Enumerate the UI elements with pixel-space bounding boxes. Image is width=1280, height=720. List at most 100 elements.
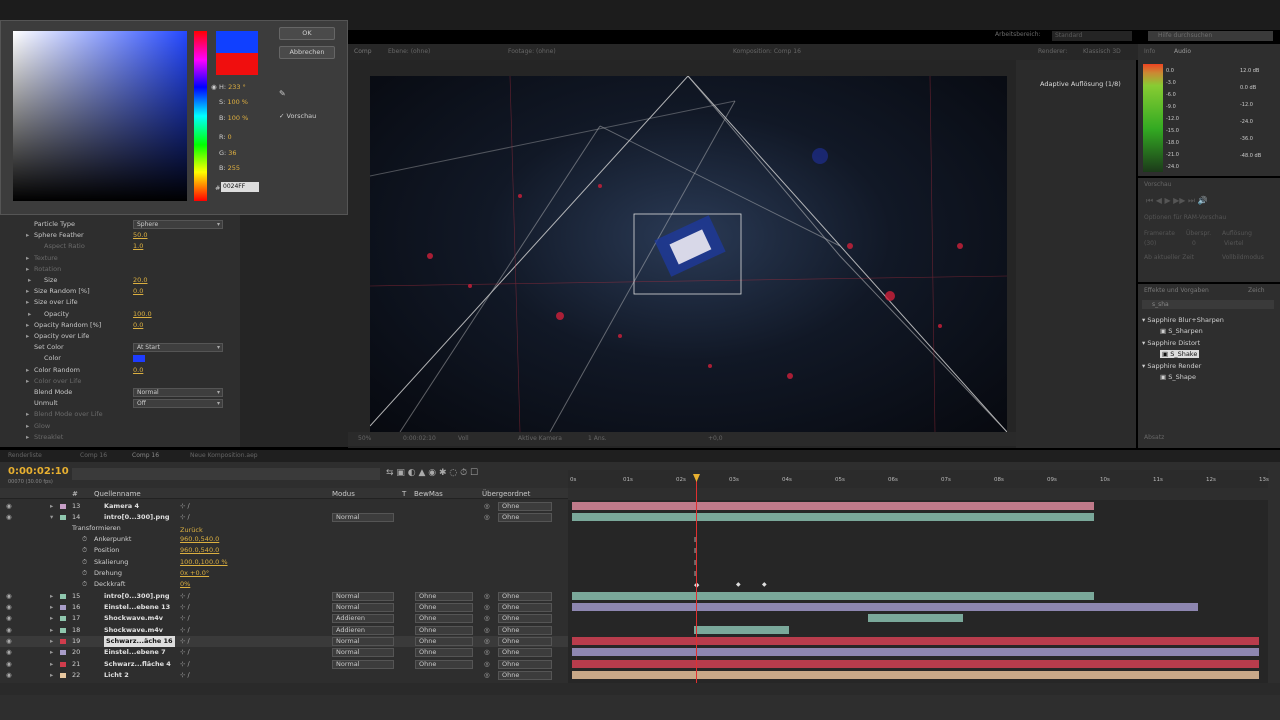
hue-slider[interactable]: [194, 31, 207, 201]
transform-reset-link[interactable]: Zurück: [180, 526, 203, 534]
eyedropper-icon[interactable]: ✎: [279, 89, 286, 98]
effect-row[interactable]: ▸ Size over Life: [0, 297, 240, 308]
layer-row[interactable]: ◉ ▸ 13 Kamera 4 ⊹ ∕ ◎ Ohne: [0, 501, 568, 512]
transform-property[interactable]: ⏱ Deckkraft 0%: [0, 579, 568, 590]
col-mode[interactable]: Modus: [332, 490, 355, 498]
layer-switch-icon[interactable]: ⊹ ∕: [180, 613, 190, 624]
tab-effects-presets[interactable]: Effekte und Vorgaben: [1144, 287, 1209, 294]
preview-checkbox[interactable]: ✓ Vorschau: [279, 112, 316, 120]
tab-composition[interactable]: Komposition: Comp 16: [733, 48, 801, 55]
layer-search-input[interactable]: [72, 468, 380, 480]
layer-name[interactable]: Schwarz...äche 16: [104, 636, 175, 647]
tab-render-queue[interactable]: Renderliste: [8, 452, 42, 459]
expand-triangle-icon[interactable]: ▸: [26, 365, 29, 376]
layer-name[interactable]: intro[0...300].png: [104, 591, 169, 602]
layer-duration-bar[interactable]: [572, 671, 1260, 679]
saturation-brightness-field[interactable]: [13, 31, 187, 201]
keyframe-icon[interactable]: ◆: [762, 581, 767, 588]
layer-row[interactable]: ◉ ▸ 18 Shockwave.m4v ⊹ ∕ Addieren Ohne ◎ Ohne: [0, 625, 568, 636]
layer-duration-bar[interactable]: [572, 513, 1094, 521]
col-trkmat[interactable]: BewMas: [414, 490, 443, 498]
label-color-icon[interactable]: [60, 616, 66, 621]
exposure-value[interactable]: +0,0: [708, 435, 723, 442]
track-matte-select[interactable]: Ohne: [415, 603, 473, 612]
ok-button[interactable]: OK: [279, 27, 335, 40]
expand-triangle-icon[interactable]: ▸: [26, 376, 29, 387]
effect-row[interactable]: ▸ Opacity over Life: [0, 331, 240, 342]
track-matte-select[interactable]: Ohne: [415, 592, 473, 601]
effect-row[interactable]: Unmult Off: [0, 398, 240, 409]
label-color-icon[interactable]: [60, 639, 66, 644]
expand-triangle-icon[interactable]: ▸: [50, 625, 53, 636]
layer-name[interactable]: Einstel...ebene 13: [104, 602, 170, 613]
expand-triangle-icon[interactable]: ▸: [26, 432, 29, 443]
layer-row[interactable]: ◉ ▸ 20 Einstel...ebene 7 ⊹ ∕ Normal Ohne ◎ Ohne: [0, 647, 568, 658]
expand-triangle-icon[interactable]: ▸: [26, 320, 29, 331]
expand-triangle-icon[interactable]: ▸: [26, 331, 29, 342]
parent-pickwhip-icon[interactable]: ◎: [484, 613, 490, 624]
effect-group[interactable]: ▾ Sapphire Blur+Sharpen: [1142, 316, 1224, 324]
layer-row[interactable]: ◉ ▸ 22 Licht 2 ⊹ ∕ ◎ Ohne: [0, 670, 568, 681]
transform-group[interactable]: Transformieren: [0, 523, 568, 534]
blend-mode-select[interactable]: Normal: [332, 592, 394, 601]
layer-duration-bar[interactable]: [867, 614, 964, 622]
layer-switch-icon[interactable]: ⊹ ∕: [180, 659, 190, 670]
blend-mode-select[interactable]: Addieren: [332, 614, 394, 623]
parent-pickwhip-icon[interactable]: ◎: [484, 636, 490, 647]
old-color-swatch[interactable]: [216, 53, 258, 75]
expand-triangle-icon[interactable]: ▸: [50, 501, 53, 512]
blend-mode-select[interactable]: Normal: [332, 648, 394, 657]
effect-row[interactable]: Set Color At Start: [0, 342, 240, 353]
layer-name[interactable]: intro[0...300].png: [104, 512, 169, 523]
eye-icon[interactable]: ◉: [6, 613, 12, 624]
expand-triangle-icon[interactable]: ▸: [26, 421, 29, 432]
tab-character[interactable]: Zeich: [1248, 287, 1265, 294]
eye-icon[interactable]: ◉: [6, 659, 12, 670]
eye-icon[interactable]: ◉: [6, 512, 12, 523]
transform-property[interactable]: ⏱ Ankerpunkt 960.0,540.0: [0, 534, 568, 545]
expand-triangle-icon[interactable]: ▸: [28, 309, 31, 320]
color-field-4[interactable]: G: 36: [219, 149, 237, 157]
layer-name[interactable]: Schwarz...fläche 4: [104, 659, 171, 670]
col-t[interactable]: T: [402, 490, 406, 498]
label-color-icon[interactable]: [60, 628, 66, 633]
label-color-icon[interactable]: [60, 594, 66, 599]
property-value[interactable]: 0x +0.0°: [180, 568, 209, 579]
cancel-button[interactable]: Abbrechen: [279, 46, 335, 59]
layer-switch-icon[interactable]: ⊹ ∕: [180, 602, 190, 613]
expand-triangle-icon[interactable]: ▸: [50, 647, 53, 658]
blend-mode-select[interactable]: Normal: [332, 637, 394, 646]
property-value[interactable]: 100.0,100.0 %: [180, 557, 228, 568]
layer-switch-icon[interactable]: ⊹ ∕: [180, 512, 190, 523]
tab-paragraph[interactable]: Absatz: [1144, 434, 1164, 441]
label-color-icon[interactable]: [60, 605, 66, 610]
effect-group[interactable]: ▾ Sapphire Distort: [1142, 339, 1200, 347]
parent-select[interactable]: Ohne: [498, 603, 552, 612]
parent-select[interactable]: Ohne: [498, 626, 552, 635]
renderer-value[interactable]: Klassisch 3D: [1083, 48, 1121, 55]
timeline-switches-icon[interactable]: ⇆ ▣ ◐ ▲ ◉ ✱ ◌ ⏱ ☐: [386, 468, 478, 478]
layer-duration-bar[interactable]: [572, 502, 1094, 510]
eye-icon[interactable]: ◉: [6, 636, 12, 647]
effect-row[interactable]: ▸ Color over Life: [0, 376, 240, 387]
color-field-2[interactable]: B: 100 %: [219, 114, 248, 122]
effect-row[interactable]: ▸ Glow: [0, 421, 240, 432]
effects-search-input[interactable]: s_sha: [1142, 300, 1274, 309]
eye-icon[interactable]: ◉: [6, 501, 12, 512]
layer-switch-icon[interactable]: ⊹ ∕: [180, 670, 190, 681]
layer-row[interactable]: ◉ ▾ 14 intro[0...300].png ⊹ ∕ Normal ◎ Ohne: [0, 512, 568, 523]
layer-name[interactable]: Licht 2: [104, 670, 129, 681]
eye-icon[interactable]: ◉: [6, 591, 12, 602]
expand-triangle-icon[interactable]: ▸: [50, 670, 53, 681]
views-select[interactable]: 1 Ans.: [588, 435, 607, 442]
radio-icon[interactable]: ◉: [211, 83, 217, 91]
color-field-value[interactable]: 255: [228, 164, 240, 172]
layer-duration-bar[interactable]: [693, 626, 790, 634]
expand-triangle-icon[interactable]: ▸: [28, 275, 31, 286]
effect-row[interactable]: ▸ Opacity Random [%] 0.0: [0, 320, 240, 331]
layer-name[interactable]: Shockwave.m4v: [104, 625, 163, 636]
expand-triangle-icon[interactable]: ▸: [26, 230, 29, 241]
effect-row[interactable]: ▸ Rotation: [0, 264, 240, 275]
expand-triangle-icon[interactable]: ▸: [50, 591, 53, 602]
effect-row-value[interactable]: 0.0: [133, 365, 143, 376]
